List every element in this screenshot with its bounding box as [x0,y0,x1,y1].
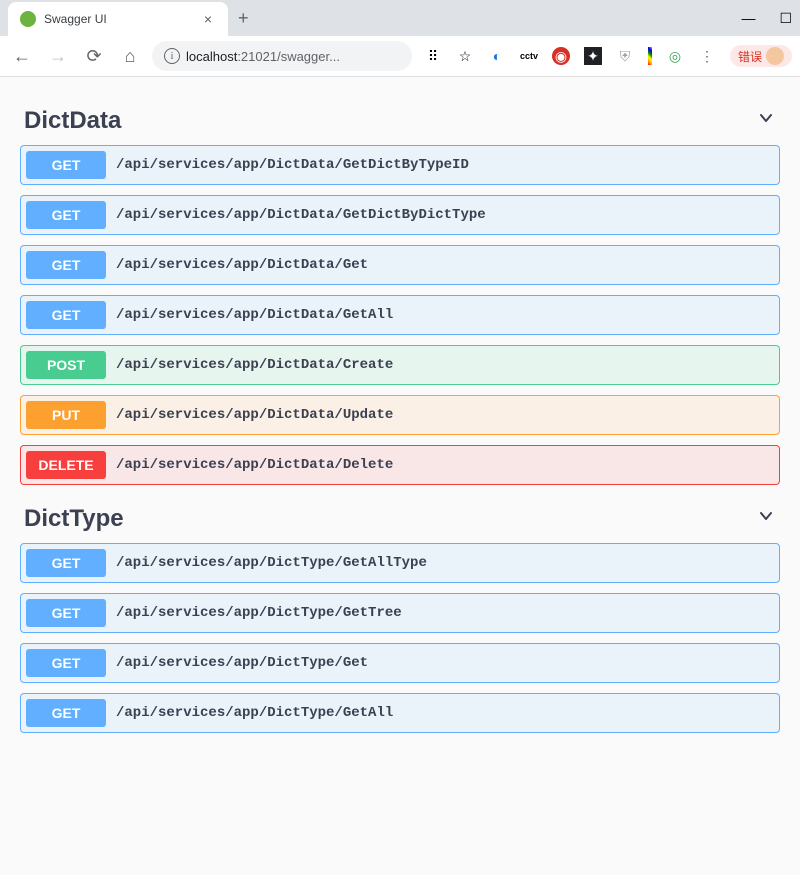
extension-cctv-icon[interactable]: cctv [520,47,538,65]
maximize-button[interactable]: ☐ [779,10,792,27]
close-tab-icon[interactable]: × [200,11,216,27]
endpoint-row[interactable]: GET/api/services/app/DictType/GetAllType [20,543,780,583]
browser-tab[interactable]: Swagger UI × [8,2,228,36]
endpoint-path: /api/services/app/DictData/GetDictByDict… [116,207,486,223]
endpoint-row[interactable]: POST/api/services/app/DictData/Create [20,345,780,385]
endpoint-summary[interactable]: GET/api/services/app/DictType/GetTree [21,594,779,632]
section-header[interactable]: DictData [20,97,780,145]
http-method-badge: GET [26,301,106,329]
endpoint-path: /api/services/app/DictData/GetAll [116,307,393,323]
endpoint-row[interactable]: GET/api/services/app/DictData/GetDictByT… [20,145,780,185]
site-info-icon[interactable]: i [164,48,180,64]
back-button[interactable]: ← [8,42,36,70]
http-method-badge: GET [26,151,106,179]
star-icon[interactable]: ☆ [456,47,474,65]
endpoint-row[interactable]: PUT/api/services/app/DictData/Update [20,395,780,435]
endpoint-row[interactable]: GET/api/services/app/DictType/GetTree [20,593,780,633]
endpoint-path: /api/services/app/DictType/GetAll [116,705,393,721]
browser-toolbar: ← → ⟳ ⌂ i localhost:21021/swagger... ⠿ ☆… [0,36,800,76]
chevron-down-icon [756,506,776,532]
extension-red-icon[interactable]: ◉ [552,47,570,65]
section-header[interactable]: DictType [20,495,780,543]
window-controls: — ☐ [741,0,792,36]
http-method-badge: PUT [26,401,106,429]
endpoint-summary[interactable]: GET/api/services/app/DictData/GetDictByT… [21,146,779,184]
endpoint-path: /api/services/app/DictData/Get [116,257,368,273]
endpoint-row[interactable]: GET/api/services/app/DictType/Get [20,643,780,683]
http-method-badge: GET [26,699,106,727]
http-method-badge: GET [26,201,106,229]
http-method-badge: POST [26,351,106,379]
endpoint-summary[interactable]: GET/api/services/app/DictData/GetDictByD… [21,196,779,234]
chevron-down-icon [756,108,776,134]
extension-dark-icon[interactable]: ✦ [584,47,602,65]
extension-shield-icon[interactable]: ⛨ [616,47,634,65]
reload-button[interactable]: ⟳ [80,42,108,70]
endpoint-summary[interactable]: GET/api/services/app/DictData/GetAll [21,296,779,334]
http-method-badge: GET [26,599,106,627]
endpoint-path: /api/services/app/DictType/GetTree [116,605,402,621]
endpoint-row[interactable]: GET/api/services/app/DictData/GetAll [20,295,780,335]
extension-icons: ⠿ ☆ ◐ cctv ◉ ✦ ⛨ ◎ ⋮ 错误 [424,45,792,67]
endpoint-row[interactable]: GET/api/services/app/DictType/GetAll [20,693,780,733]
translate-icon[interactable]: ⠿ [424,47,442,65]
url-text: localhost:21021/swagger... [186,49,340,64]
section-title: DictData [24,107,121,135]
endpoint-path: /api/services/app/DictData/GetDictByType… [116,157,469,173]
endpoint-summary[interactable]: GET/api/services/app/DictType/Get [21,644,779,682]
extension-opera-icon[interactable]: ◐ [488,47,506,65]
new-tab-button[interactable]: + [228,8,259,29]
forward-button[interactable]: → [44,42,72,70]
endpoint-summary[interactable]: GET/api/services/app/DictData/Get [21,246,779,284]
favicon-icon [20,11,36,27]
endpoint-path: /api/services/app/DictData/Update [116,407,393,423]
endpoint-path: /api/services/app/DictData/Delete [116,457,393,473]
http-method-badge: GET [26,251,106,279]
home-button[interactable]: ⌂ [116,42,144,70]
endpoint-path: /api/services/app/DictData/Create [116,357,393,373]
avatar-icon [766,47,784,65]
menu-icon[interactable]: ⋮ [698,47,716,65]
endpoint-summary[interactable]: GET/api/services/app/DictType/GetAllType [21,544,779,582]
http-method-badge: GET [26,649,106,677]
endpoint-summary[interactable]: POST/api/services/app/DictData/Create [21,346,779,384]
http-method-badge: GET [26,549,106,577]
endpoint-row[interactable]: GET/api/services/app/DictData/Get [20,245,780,285]
extension-circle-icon[interactable]: ◎ [666,47,684,65]
http-method-badge: DELETE [26,451,106,479]
swagger-content: DictData GET/api/services/app/DictData/Ge… [0,77,800,875]
error-badge[interactable]: 错误 [730,45,792,67]
tab-title: Swagger UI [44,12,192,26]
endpoint-row[interactable]: DELETE/api/services/app/DictData/Delete [20,445,780,485]
section-title: DictType [24,505,124,533]
endpoint-path: /api/services/app/DictType/Get [116,655,368,671]
endpoint-path: /api/services/app/DictType/GetAllType [116,555,427,571]
endpoint-summary[interactable]: PUT/api/services/app/DictData/Update [21,396,779,434]
endpoint-summary[interactable]: DELETE/api/services/app/DictData/Delete [21,446,779,484]
minimize-button[interactable]: — [741,10,755,26]
address-bar[interactable]: i localhost:21021/swagger... [152,41,412,71]
browser-chrome: Swagger UI × + — ☐ ← → ⟳ ⌂ i localhost:2… [0,0,800,77]
endpoint-summary[interactable]: GET/api/services/app/DictType/GetAll [21,694,779,732]
extension-rainbow-icon[interactable] [648,47,652,65]
endpoint-row[interactable]: GET/api/services/app/DictData/GetDictByD… [20,195,780,235]
tab-bar: Swagger UI × + — ☐ [0,0,800,36]
